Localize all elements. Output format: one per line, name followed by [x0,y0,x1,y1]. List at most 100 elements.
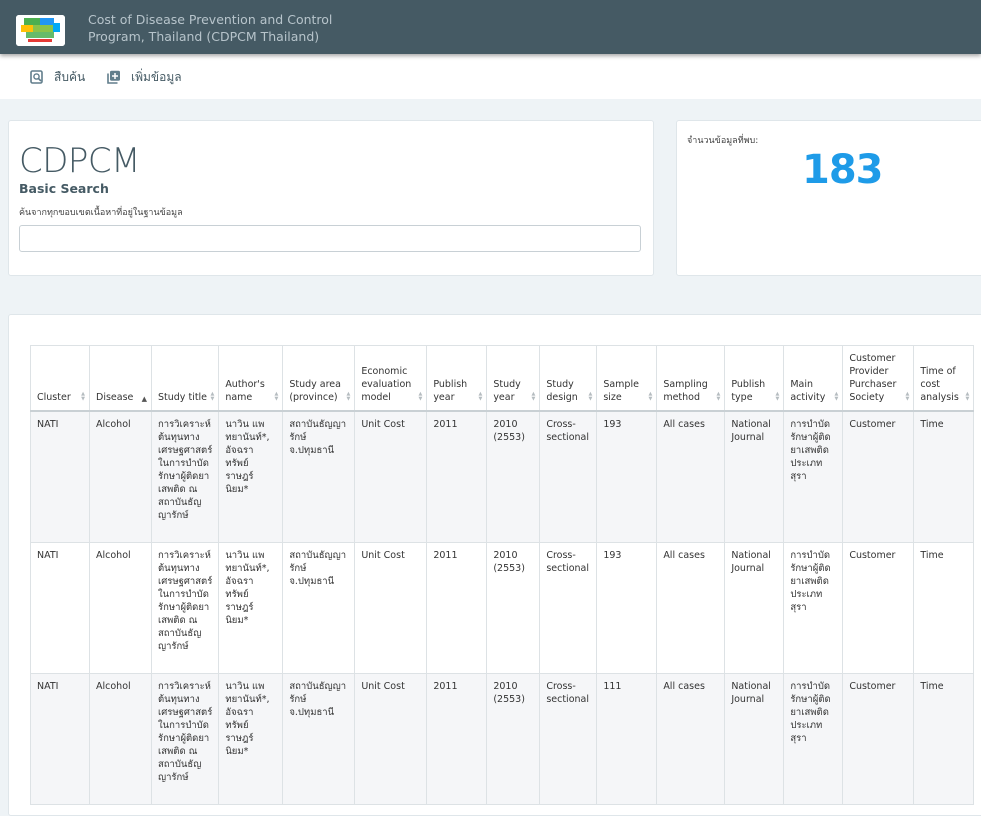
column-header[interactable]: Customer Provider Purchaser Society ▲ ▼ [842,345,915,412]
table-cell: การวิเคราะห์ต้นทุนทางเศรษฐศาสตร์ในการบำบ… [150,541,220,674]
table-cell: การวิเคราะห์ต้นทุนทางเศรษฐศาสตร์ในการบำบ… [150,410,220,543]
table-cell: 193 [596,541,658,674]
column-header[interactable]: Sample size ▲ ▼ [596,345,658,412]
table-cell: Customer [842,410,915,543]
table-cell: สถาบันธัญญารักษ์ จ.ปทุมธานี [282,541,356,674]
table-row[interactable]: NATI Alcohol การวิเคราะห์ต้นทุนทางเศรษฐศาส… [30,541,975,674]
sort-icon[interactable]: ▲ ▼ [274,392,278,402]
sort-asc-icon[interactable]: ▲ [142,396,147,403]
table-cell: Alcohol [89,541,152,674]
column-header-label: Author's name [225,379,265,403]
column-header[interactable]: Main activity ▲ ▼ [783,345,844,412]
column-header[interactable]: Publish type ▲ ▼ [724,345,785,412]
column-header[interactable]: Sampling method ▲ ▼ [656,345,726,412]
table-cell: 2010 (2553) [486,672,541,805]
table-cell: การบำบัดรักษาผู้ติดยาเสพติดประเภทสุรา [783,672,844,805]
table-cell: All cases [656,410,726,543]
add-doc-icon [107,70,120,84]
table-cell: NATI [30,410,90,543]
table-cell: การบำบัดรักษาผู้ติดยาเสพติดประเภทสุรา [783,410,844,543]
column-header[interactable]: Time of cost analysis ▲ ▼ [913,345,975,412]
sort-icon[interactable]: ▲ ▼ [965,392,969,402]
results-table-card: Cluster ▲ ▼ Disease ▲ Study title ▲ ▼ Author's… [8,314,981,816]
sort-icon[interactable]: ▲ ▼ [210,392,214,402]
table-row[interactable]: NATI Alcohol การวิเคราะห์ต้นทุนทางเศรษฐศาส… [30,410,975,543]
sort-icon[interactable]: ▲ ▼ [81,392,85,402]
sort-icon[interactable]: ▲ ▼ [905,392,909,402]
column-header-label: Study design [546,379,578,403]
column-header-label: Publish type [731,379,766,403]
results-table: Cluster ▲ ▼ Disease ▲ Study title ▲ ▼ Author's… [30,345,975,805]
column-header[interactable]: Economic evaluation model ▲ ▼ [354,345,428,412]
table-cell: Cross-sectional [539,410,598,543]
sort-icon[interactable]: ▲ ▼ [716,392,720,402]
column-header[interactable]: Study design ▲ ▼ [539,345,598,412]
table-cell: NATI [30,672,90,805]
top-bar: Cost of Disease Prevention and Control P… [0,0,981,54]
column-header-label: Main activity [790,379,826,403]
sort-icon[interactable]: ▲ ▼ [418,392,422,402]
column-header[interactable]: Study year ▲ ▼ [486,345,541,412]
table-cell: National Journal [724,541,785,674]
column-header-label: Publish year [433,379,468,403]
column-header-label: Customer Provider Purchaser Society [849,353,897,403]
table-cell: Cross-sectional [539,672,598,805]
table-cell: การวิเคราะห์ต้นทุนทางเศรษฐศาสตร์ในการบำบ… [150,672,220,805]
table-cell: Customer [842,672,915,805]
sort-icon[interactable]: ▲ ▼ [588,392,592,402]
table-cell: 2010 (2553) [486,541,541,674]
column-header[interactable]: Study area (province) ▲ ▼ [282,345,356,412]
app-title-line2: Program, Thailand (CDPCM Thailand) [88,29,320,44]
table-header-row: Cluster ▲ ▼ Disease ▲ Study title ▲ ▼ Author's… [30,345,975,412]
result-count-card: จำนวนข้อมูลที่พบ: 183 [676,120,981,276]
table-cell: 111 [596,672,658,805]
column-header-label: Study area (province) [289,379,341,403]
nav-search-label: สืบค้น [54,69,86,84]
column-header[interactable]: Cluster ▲ ▼ [30,345,90,412]
table-cell: Alcohol [89,672,152,805]
sort-icon[interactable]: ▲ ▼ [531,392,535,402]
column-header-label: Sample size [603,379,639,403]
table-cell: 2011 [426,410,488,543]
column-header-label: Time of cost analysis [920,366,959,403]
table-cell: 2011 [426,672,488,805]
table-cell: National Journal [724,672,785,805]
table-cell: Alcohol [89,410,152,543]
table-cell: สถาบันธัญญารักษ์ จ.ปทุมธานี [282,672,356,805]
table-cell: นาวิน แพทยานันท์*, อัจฉรา ทรัพย์ราษฎร์นิ… [218,410,284,543]
nav-search-button[interactable]: สืบค้น [30,67,85,87]
column-header[interactable]: Study title ▲ ▼ [150,345,220,412]
search-card: CDPCM Basic Search ค้นจากทุกขอบเขตเนื้อห… [8,120,654,276]
table-body: NATI Alcohol การวิเคราะห์ต้นทุนทางเศรษฐศาส… [30,410,975,805]
table-cell: All cases [656,672,726,805]
nav-add-label: เพิ่มข้อมูล [131,69,182,84]
table-cell: Time [913,672,975,805]
sort-icon[interactable]: ▲ ▼ [478,392,482,402]
table-row[interactable]: NATI Alcohol การวิเคราะห์ต้นทุนทางเศรษฐศาส… [30,672,975,805]
nav-bar: สืบค้น เพิ่มข้อมูล [0,54,981,99]
search-doc-icon [30,70,43,84]
sort-icon[interactable]: ▲ ▼ [346,392,350,402]
sort-icon[interactable]: ▲ ▼ [648,392,652,402]
column-header-label: Economic evaluation model [361,366,412,403]
table-cell: Unit Cost [354,672,428,805]
table-cell: Unit Cost [354,410,428,543]
table-cell: นาวิน แพทยานันท์*, อัจฉรา ทรัพย์ราษฎร์นิ… [218,541,284,674]
column-header-label: Study title [158,392,208,403]
brand-title: CDPCM [19,141,141,181]
table-cell: 2011 [426,541,488,674]
table-cell: NATI [30,541,90,674]
sort-icon[interactable]: ▲ ▼ [775,392,779,402]
nav-add-button[interactable]: เพิ่มข้อมูล [107,67,182,87]
basic-search-heading: Basic Search [19,181,109,196]
column-header[interactable]: Disease ▲ [89,345,152,412]
table-cell: National Journal [724,410,785,543]
column-header[interactable]: Author's name ▲ ▼ [218,345,284,412]
search-input[interactable] [19,225,641,252]
search-help-text: ค้นจากทุกขอบเขตเนื้อหาที่อยู่ในฐานข้อมูล [19,208,183,218]
cdpcm-logo[interactable] [16,15,65,46]
sort-icon[interactable]: ▲ ▼ [834,392,838,402]
table-cell: Unit Cost [354,541,428,674]
column-header[interactable]: Publish year ▲ ▼ [426,345,488,412]
table-cell: Time [913,541,975,674]
